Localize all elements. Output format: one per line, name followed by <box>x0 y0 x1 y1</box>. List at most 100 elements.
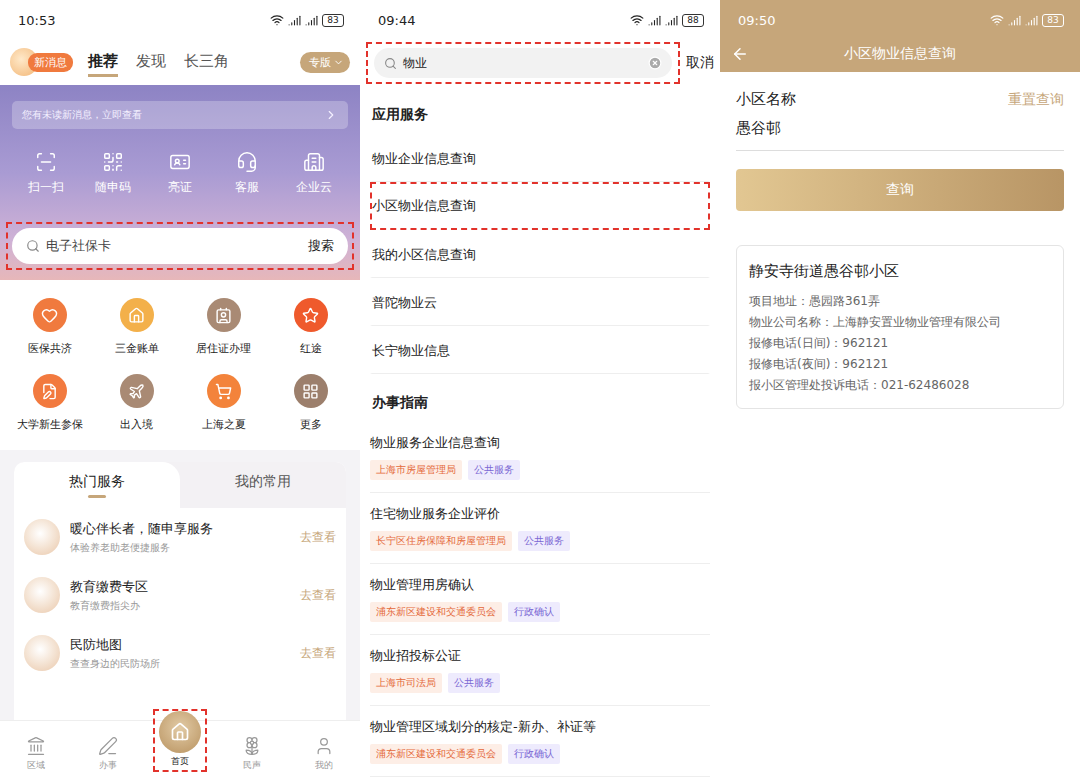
signal-icon <box>305 14 318 27</box>
nav-item[interactable]: 民声 <box>216 721 288 778</box>
signal-icon <box>665 14 678 27</box>
view-link[interactable]: 去查看 <box>300 529 336 546</box>
screenshots: 10:5383 新消息推荐发现长三角 专版您有未读新消息，立即查看扫一扫随申码亮证客… <box>0 0 1080 778</box>
service-tab[interactable]: 热门服务 <box>14 462 180 508</box>
page-title: 小区物业信息查询 <box>760 45 1040 63</box>
chevron-right-icon <box>324 108 338 122</box>
search-field[interactable]: 物业 <box>374 48 672 78</box>
hot-service-item[interactable]: 教育缴费专区教育缴费指尖办去查看 <box>14 566 346 624</box>
guide-title: 物业招投标公证 <box>370 647 710 665</box>
hot-service-subtitle: 查查身边的民防场所 <box>70 657 290 671</box>
home-header: 新消息推荐发现长三角 专版 <box>0 40 360 85</box>
service-icon <box>294 298 328 332</box>
service-icon <box>33 374 67 408</box>
service-item[interactable]: 出入境 <box>93 374 180 432</box>
quick-action[interactable]: 企业云 <box>281 151 348 196</box>
service-item[interactable]: 红途 <box>267 298 354 356</box>
tab-indicator <box>254 495 272 498</box>
guide-title: 物业管理用房确认 <box>370 576 710 594</box>
result-line: 报修电话(夜间)：962121 <box>749 355 1051 373</box>
query-button[interactable]: 查询 <box>736 169 1064 211</box>
quick-action[interactable]: 亮证 <box>146 151 213 196</box>
notice-bar[interactable]: 您有未读新消息，立即查看 <box>12 101 348 129</box>
search-highlight: 物业 <box>366 42 680 84</box>
search-highlight: 电子社保卡搜索 <box>6 222 354 270</box>
search-screen: 09:4488物业取消应用服务物业企业信息查询小区物业信息查询我的小区信息查询普… <box>360 0 720 778</box>
service-icon <box>33 298 67 332</box>
service-item[interactable]: 上海之夏 <box>180 374 267 432</box>
guide-tag: 行政确认 <box>508 744 560 764</box>
hot-service-title: 民防地图 <box>70 636 290 654</box>
service-grid: 医保共济三金账单居住证办理红途大学新生参保出入境上海之夏更多 <box>0 280 360 450</box>
guide-result[interactable]: 住宅物业服务企业评价长宁区住房保障和房屋管理局公共服务 <box>370 493 710 564</box>
service-item[interactable]: 大学新生参保 <box>6 374 93 432</box>
service-glyph-icon <box>215 383 232 400</box>
nav-item[interactable]: 我的 <box>288 721 360 778</box>
nav-item[interactable]: 办事 <box>72 721 144 778</box>
guide-tag: 长宁区住房保障和房屋管理局 <box>370 531 512 551</box>
community-input[interactable]: 愚谷邨 <box>736 109 1064 151</box>
quick-action-icon <box>169 151 191 173</box>
app-result[interactable]: 我的小区信息查询 <box>370 230 710 278</box>
hot-service-item[interactable]: 暖心伴长者，随申享服务体验养老助老便捷服务去查看 <box>14 508 346 566</box>
title-bar: 小区物业信息查询 <box>720 40 1080 72</box>
back-arrow-icon <box>731 45 749 63</box>
clear-icon[interactable] <box>648 56 662 70</box>
service-glyph-icon <box>41 307 58 324</box>
status-bar: 09:4488 <box>360 0 720 40</box>
search-button[interactable]: 搜索 <box>308 237 334 255</box>
service-avatar-icon <box>24 519 60 555</box>
nav-icon <box>98 736 118 756</box>
status-bar: 10:5383 <box>0 0 360 40</box>
top-tab[interactable]: 长三角 <box>184 48 229 77</box>
wifi-icon <box>270 13 284 27</box>
quick-action[interactable]: 客服 <box>214 151 281 196</box>
search-bar[interactable]: 电子社保卡搜索 <box>12 228 348 264</box>
app-result[interactable]: 物业企业信息查询 <box>370 134 710 182</box>
reset-button[interactable]: 重置查询 <box>1008 91 1064 109</box>
service-item[interactable]: 医保共济 <box>6 298 93 356</box>
search-row: 物业 取消 <box>360 40 720 86</box>
quick-action[interactable]: 扫一扫 <box>12 151 79 196</box>
guide-result[interactable]: 物业服务企业信息查询上海市房屋管理局公共服务 <box>370 422 710 493</box>
service-tabs: 热门服务我的常用 <box>14 462 346 508</box>
edition-button[interactable]: 专版 <box>300 52 350 73</box>
service-item[interactable]: 更多 <box>267 374 354 432</box>
guide-result[interactable]: 物业管理用房确认浦东新区建设和交通委员会行政确认 <box>370 564 710 635</box>
tag-row: 上海市房屋管理局公共服务 <box>370 460 710 480</box>
hot-service-item[interactable]: 民防地图查查身边的民防场所去查看 <box>14 624 346 682</box>
hot-services-card: 热门服务我的常用暖心伴长者，随申享服务体验养老助老便捷服务去查看教育缴费专区教育… <box>14 462 346 720</box>
message-avatar[interactable]: 新消息 <box>10 48 74 78</box>
nav-icon <box>26 736 46 756</box>
cancel-button[interactable]: 取消 <box>686 54 714 72</box>
nav-item[interactable]: 首页 <box>144 721 216 778</box>
guide-result[interactable]: 物业管理区域划分的核定-新办、补证等浦东新区建设和交通委员会行政确认 <box>370 706 710 777</box>
view-link[interactable]: 去查看 <box>300 587 336 604</box>
app-result[interactable]: 小区物业信息查询 <box>370 182 710 230</box>
guide-title: 住宅物业服务企业评价 <box>370 505 710 523</box>
status-icons: 88 <box>630 13 704 27</box>
service-icon <box>294 374 328 408</box>
quick-action[interactable]: 随申码 <box>79 151 146 196</box>
service-glyph-icon <box>41 383 58 400</box>
back-button[interactable] <box>720 45 760 63</box>
top-tab[interactable]: 发现 <box>136 48 166 77</box>
top-tab[interactable]: 推荐 <box>88 48 118 77</box>
status-time: 09:50 <box>738 13 775 28</box>
query-form: 小区名称重置查询愚谷邨查询静安寺街道愚谷邨小区项目地址：愚园路361弄物业公司名… <box>720 72 1080 409</box>
search-query: 物业 <box>403 55 642 72</box>
app-result[interactable]: 长宁物业信息 <box>370 326 710 374</box>
tag-row: 长宁区住房保障和房屋管理局公共服务 <box>370 531 710 551</box>
service-item[interactable]: 三金账单 <box>93 298 180 356</box>
service-item[interactable]: 居住证办理 <box>180 298 267 356</box>
service-glyph-icon <box>302 383 319 400</box>
battery-level: 83 <box>322 14 344 27</box>
view-link[interactable]: 去查看 <box>300 645 336 662</box>
result-line: 报修电话(日间)：962121 <box>749 334 1051 352</box>
nav-item[interactable]: 区域 <box>0 721 72 778</box>
guide-result[interactable]: 物业招投标公证上海市司法局公共服务 <box>370 635 710 706</box>
hot-service-subtitle: 教育缴费指尖办 <box>70 599 290 613</box>
tag-row: 上海市司法局公共服务 <box>370 673 710 693</box>
app-result[interactable]: 普陀物业云 <box>370 278 710 326</box>
service-tab[interactable]: 我的常用 <box>180 462 346 508</box>
